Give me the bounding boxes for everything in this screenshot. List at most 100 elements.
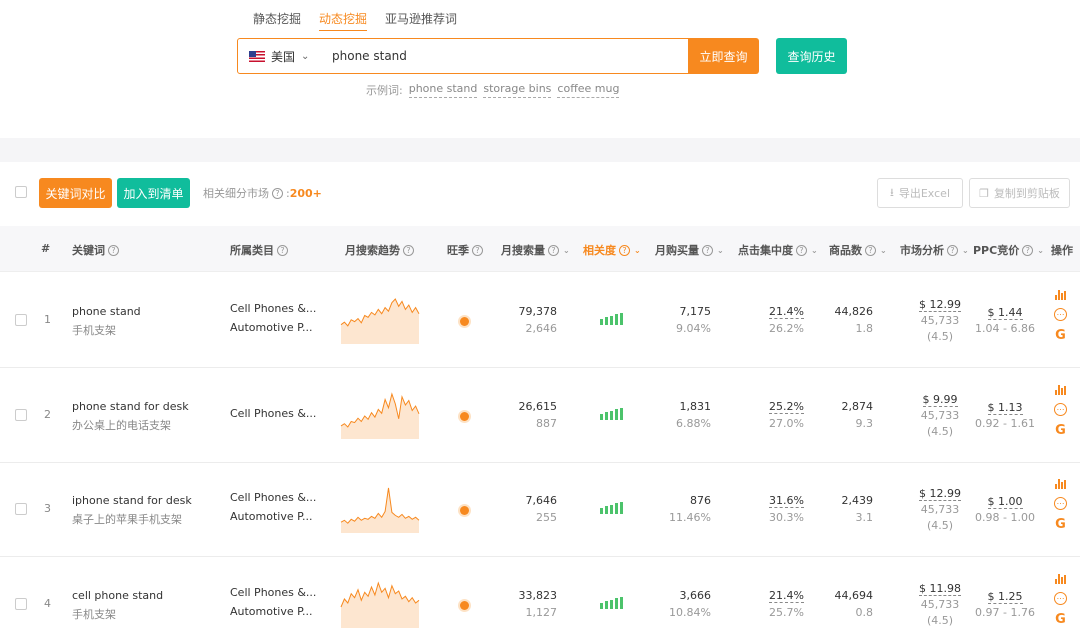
sort-icon: ⌄ xyxy=(880,245,887,255)
avg-price[interactable]: $ 9.99 xyxy=(922,393,958,407)
add-to-list-button[interactable]: 加入到清单 xyxy=(117,178,190,208)
avg-price[interactable]: $ 12.99 xyxy=(919,298,961,312)
tab-amazon-recommend[interactable]: 亚马逊推荐词 xyxy=(385,10,457,31)
keyword-text[interactable]: cell phone stand xyxy=(72,589,163,602)
trend-sparkline[interactable] xyxy=(340,390,420,440)
click-concentration[interactable]: 21.4% xyxy=(769,305,804,319)
col-market-analysis[interactable]: 市场分析? ⌄ xyxy=(900,242,969,258)
more-icon[interactable]: ⋯ xyxy=(1054,592,1067,605)
trend-area xyxy=(341,299,419,344)
col-click-concentration[interactable]: 点击集中度? ⌄ xyxy=(738,242,818,258)
col-trend[interactable]: 月搜索趋势? xyxy=(345,242,417,258)
history-button[interactable]: 查询历史 xyxy=(776,38,847,74)
row-index: 1 xyxy=(44,313,51,326)
google-icon[interactable]: G xyxy=(1055,613,1066,626)
bar-chart-icon[interactable] xyxy=(1054,479,1067,489)
more-icon[interactable]: ⋯ xyxy=(1054,497,1067,510)
relevance-bar xyxy=(615,314,618,325)
keyword-text[interactable]: iphone stand for desk xyxy=(72,494,192,507)
ppc-price[interactable]: $ 1.25 xyxy=(987,590,1023,604)
col-peak-season[interactable]: 旺季? xyxy=(447,242,486,258)
relevance-bars xyxy=(600,596,623,609)
select-all-checkbox[interactable] xyxy=(15,186,27,198)
product-ratio: 9.3 xyxy=(855,417,874,430)
more-icon[interactable]: ⋯ xyxy=(1054,403,1067,416)
purchases: 7,175 xyxy=(679,305,712,318)
ppc-price[interactable]: $ 1.13 xyxy=(987,401,1023,415)
col-keyword[interactable]: 关键词? xyxy=(72,242,122,258)
keyword-text[interactable]: phone stand for desk xyxy=(72,400,189,413)
search-input[interactable]: phone stand xyxy=(322,49,407,63)
google-icon[interactable]: G xyxy=(1055,329,1066,342)
col-purchases[interactable]: 月购买量? ⌄ xyxy=(655,242,724,258)
relevance-bar xyxy=(600,414,603,420)
row-checkbox[interactable] xyxy=(15,503,27,515)
sort-icon: ⌄ xyxy=(717,245,724,255)
tab-static[interactable]: 静态挖掘 xyxy=(253,10,301,31)
product-ratio: 3.1 xyxy=(855,511,874,524)
related-count[interactable]: 200+ xyxy=(290,187,322,200)
copy-clipboard-button[interactable]: ❐ 复制到剪贴板 xyxy=(969,178,1070,208)
click-concentration[interactable]: 31.6% xyxy=(769,494,804,508)
page: 静态挖掘 动态挖掘 亚马逊推荐词 美国 ⌄ phone stand 立即查询 查… xyxy=(0,0,1080,636)
market-select[interactable]: 美国 ⌄ xyxy=(238,48,322,65)
help-icon: ? xyxy=(472,244,483,256)
google-icon[interactable]: G xyxy=(1055,518,1066,531)
search-button[interactable]: 立即查询 xyxy=(688,38,759,74)
review-count: 45,733 xyxy=(920,503,960,516)
example-link[interactable]: coffee mug xyxy=(557,82,620,98)
help-icon[interactable]: ? xyxy=(272,187,283,199)
col-ppc[interactable]: PPC竞价? ⌄ xyxy=(973,242,1044,258)
purchases: 876 xyxy=(690,494,711,507)
click-concentration[interactable]: 25.2% xyxy=(769,400,804,414)
keyword-text[interactable]: phone stand xyxy=(72,305,141,318)
search-volume-sub: 255 xyxy=(536,511,557,524)
row-checkbox[interactable] xyxy=(15,409,27,421)
trend-sparkline[interactable] xyxy=(340,295,420,345)
market-analysis: $ 11.98 45,733 (4.5) xyxy=(917,581,963,629)
trend-sparkline[interactable] xyxy=(340,484,420,534)
table-row[interactable]: 2 phone stand for desk 办公桌上的电话支架 Cell Ph… xyxy=(0,368,1080,463)
bar-chart-icon[interactable] xyxy=(1054,385,1067,395)
row-checkbox[interactable] xyxy=(15,598,27,610)
col-search-volume[interactable]: 月搜索量? ⌄ xyxy=(501,242,570,258)
ppc-price[interactable]: $ 1.44 xyxy=(987,306,1023,320)
row-checkbox[interactable] xyxy=(15,314,27,326)
more-icon[interactable]: ⋯ xyxy=(1054,308,1067,321)
col-index: # xyxy=(41,242,51,255)
col-products[interactable]: 商品数? ⌄ xyxy=(829,242,887,258)
example-link[interactable]: phone stand xyxy=(408,82,478,98)
click-concentration[interactable]: 21.4% xyxy=(769,589,804,603)
tab-dynamic[interactable]: 动态挖掘 xyxy=(319,10,368,31)
rating: (4.5) xyxy=(926,425,954,438)
table-row[interactable]: 3 iphone stand for desk 桌子上的苹果手机支架 Cell … xyxy=(0,462,1080,557)
table-row[interactable]: 4 cell phone stand 手机支架 Cell Phones &...… xyxy=(0,557,1080,636)
ppc-range: 1.04 - 6.86 xyxy=(975,322,1035,335)
avg-price[interactable]: $ 11.98 xyxy=(919,582,961,596)
table-row[interactable]: 1 phone stand 手机支架 Cell Phones &... Autom… xyxy=(0,273,1080,368)
sort-icon: ⌄ xyxy=(962,245,969,255)
col-relevance[interactable]: 相关度? ⌄ xyxy=(583,242,641,258)
help-icon: ? xyxy=(619,244,630,256)
relevance-bar xyxy=(610,504,613,514)
bar-chart-icon[interactable] xyxy=(1054,290,1067,300)
help-icon: ? xyxy=(108,244,119,256)
trend-sparkline[interactable] xyxy=(340,579,420,629)
category-cell: Cell Phones &... xyxy=(230,404,316,423)
search-volume-sub: 1,127 xyxy=(525,606,558,619)
google-icon[interactable]: G xyxy=(1055,424,1066,437)
product-count: 44,694 xyxy=(834,589,874,602)
relevance-bar xyxy=(600,319,603,325)
compare-keywords-button[interactable]: 关键词对比 xyxy=(39,178,112,208)
bar-chart-icon[interactable] xyxy=(1054,574,1067,584)
help-icon: ? xyxy=(702,244,713,256)
example-link[interactable]: storage bins xyxy=(483,82,552,98)
search-volume: 26,615 xyxy=(518,400,558,413)
relevance-bar xyxy=(615,503,618,514)
avg-price[interactable]: $ 12.99 xyxy=(919,487,961,501)
ppc-price[interactable]: $ 1.00 xyxy=(987,495,1023,509)
col-category[interactable]: 所属类目? xyxy=(230,242,291,258)
export-excel-button[interactable]: ⭳ 导出Excel xyxy=(877,178,963,208)
search-bar: 美国 ⌄ phone stand xyxy=(237,38,689,74)
help-icon: ? xyxy=(403,244,414,256)
